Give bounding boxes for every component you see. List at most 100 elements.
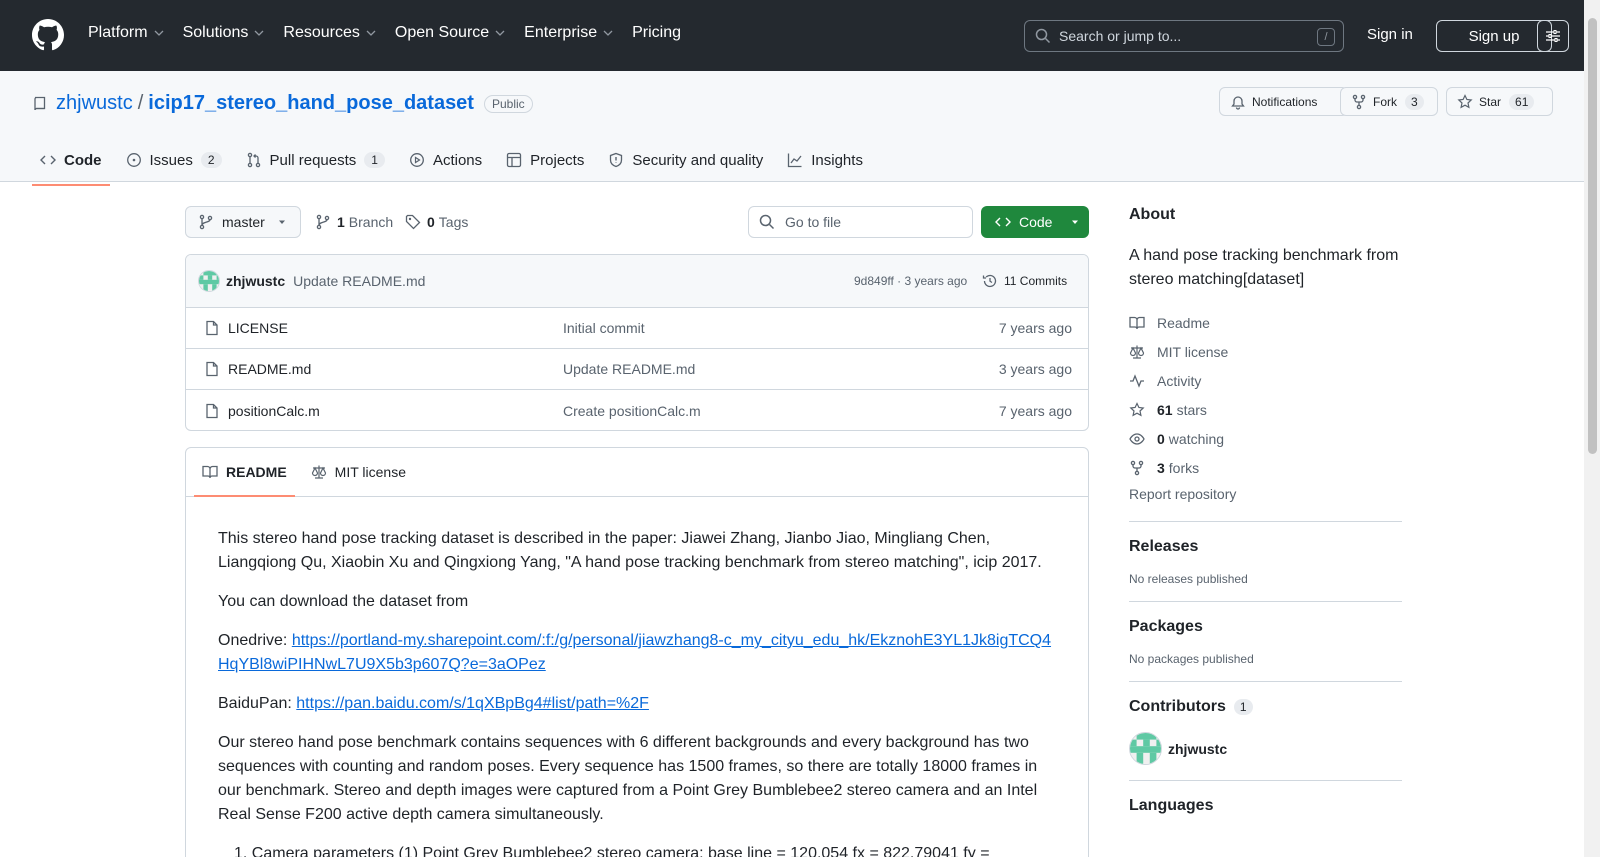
latest-commit-row: zhjwustc Update README.md 9d849ff · 3 ye… [186,255,1088,308]
repo-owner-link[interactable]: zhjwustc [56,92,133,115]
sign-up-button[interactable]: Sign up [1436,20,1552,52]
contributors-heading[interactable]: Contributors 1 [1129,698,1402,716]
tab-security[interactable]: Security and quality [600,136,771,184]
releases-heading[interactable]: Releases [1129,538,1402,556]
nav-platform[interactable]: Platform [88,24,165,42]
forks-link[interactable]: 3 forks [1129,453,1402,482]
nav-label: Open Source [394,24,490,41]
tab-readme[interactable]: README [194,448,295,497]
file-icon [204,320,220,336]
file-commit-message-link[interactable]: Create positionCalc.m [563,403,701,419]
sign-in-link[interactable]: Sign in [1367,26,1413,43]
git-branch-icon [315,214,331,230]
file-name-link[interactable]: LICENSE [228,320,288,336]
notifications-button[interactable]: Notifications [1219,87,1348,116]
fork-button[interactable]: Fork 3 [1340,87,1438,116]
file-row[interactable]: positionCalc.m Create positionCalc.m 7 y… [186,390,1088,430]
commit-sha-and-time[interactable]: 9d849ff · 3 years ago [854,274,967,288]
global-search-input[interactable]: Search or jump to... / [1024,20,1344,52]
readme-link[interactable]: Readme [1129,308,1402,337]
branch-count: 1 [337,214,345,230]
law-icon [311,464,327,480]
tab-license[interactable]: MIT license [303,448,414,496]
appearance-settings-button[interactable] [1537,20,1569,52]
file-browser: zhjwustc Update README.md 9d849ff · 3 ye… [185,254,1089,431]
avatar[interactable] [198,270,220,292]
nav-enterprise[interactable]: Enterprise [524,24,614,42]
go-to-file-placeholder: Go to file [785,214,842,230]
code-dropdown-button[interactable]: Code [981,206,1089,238]
report-repository-link[interactable]: Report repository [1129,482,1402,506]
tab-label: README [226,464,287,480]
tab-label: Projects [530,151,585,169]
file-age: 7 years ago [998,402,1072,419]
file-commit-message-link[interactable]: Initial commit [563,320,645,336]
nav-resources[interactable]: Resources [283,24,376,42]
law-icon [1129,344,1147,360]
tab-insights[interactable]: Insights [779,136,871,184]
tab-pull-requests[interactable]: Pull requests 1 [238,136,393,184]
visibility-badge: Public [483,94,533,113]
branch-select-button[interactable]: master [185,206,301,238]
watchers-link[interactable]: 0 watching [1129,424,1402,453]
baidu-link[interactable]: https://pan.baidu.com/s/1qXBpBg4#list/pa… [296,695,649,712]
readme-paragraph: 1. Camera parameters (1) Point Grey Bumb… [234,845,990,857]
tab-projects[interactable]: Projects [498,136,592,184]
tab-label: MIT license [334,464,406,480]
commits-count-label: 11 Commits [1004,274,1068,288]
commit-author-link[interactable]: zhjwustc [226,273,285,289]
readme-paragraph: This stereo hand pose tracking dataset i… [218,530,1042,571]
tab-code[interactable]: Code [32,136,110,186]
chevron-down-icon [253,27,265,39]
divider [1129,681,1402,682]
notifications-label: Notifications [1252,94,1318,109]
license-link[interactable]: MIT license [1129,337,1402,366]
branches-link[interactable]: 1 Branch [315,214,393,230]
nav-open-source[interactable]: Open Source [395,24,506,42]
file-row[interactable]: README.md Update README.md 3 years ago [186,349,1088,390]
packages-heading[interactable]: Packages [1129,618,1402,636]
go-to-file-input[interactable]: Go to file [748,206,973,238]
nav-pricing[interactable]: Pricing [632,24,681,42]
page-scrollbar-thumb[interactable] [1588,18,1597,454]
bell-icon [1230,94,1246,110]
tab-actions[interactable]: Actions [401,136,490,184]
activity-link-label: Activity [1157,372,1202,389]
contributor-item[interactable]: zhjwustc [1129,732,1402,765]
onedrive-link[interactable]: https://portland-my.sharepoint.com/:f:/g… [218,632,1051,673]
global-header: Platform Solutions Resources Open Source… [0,0,1584,71]
tab-label: Code [64,151,102,169]
file-name-link[interactable]: positionCalc.m [228,403,320,419]
file-row[interactable]: LICENSE Initial commit 7 years ago [186,308,1088,349]
activity-link[interactable]: Activity [1129,366,1402,395]
releases-empty-text: No releases published [1129,572,1248,586]
issue-opened-icon [126,152,142,168]
nav-solutions[interactable]: Solutions [183,24,266,42]
fork-icon [1351,94,1367,110]
commit-message-link[interactable]: Update README.md [293,273,425,289]
primary-nav: Platform Solutions Resources Open Source… [88,24,699,42]
repository-header: zhjwustc / icip17_stereo_hand_pose_datas… [0,71,1584,186]
stars-link[interactable]: 61 stars [1129,395,1402,424]
commits-history-link[interactable]: 11 Commits [982,273,1067,289]
star-count: 61 [1509,93,1535,110]
tab-label: Pull requests [269,151,357,169]
about-links: Readme MIT license Activity 61 stars 0 w… [1129,308,1402,506]
github-logo-icon[interactable] [32,19,64,51]
avatar[interactable] [1129,732,1162,765]
chevron-down-icon [494,27,506,39]
nav-label: Platform [88,24,148,41]
packages-empty-text: No packages published [1129,652,1254,666]
file-icon [204,361,220,377]
git-pull-request-icon [246,152,262,168]
about-heading: About [1129,206,1176,223]
file-commit-message-link[interactable]: Update README.md [563,361,695,377]
tags-link[interactable]: 0 Tags [405,214,468,230]
repo-title: zhjwustc / icip17_stereo_hand_pose_datas… [32,92,533,115]
divider [1129,601,1402,602]
repo-name-link[interactable]: icip17_stereo_hand_pose_dataset [148,92,474,115]
file-name-link[interactable]: README.md [228,361,311,377]
tab-issues[interactable]: Issues 2 [118,136,230,184]
tab-label: Actions [432,151,483,169]
star-button[interactable]: Star 61 [1446,87,1553,116]
